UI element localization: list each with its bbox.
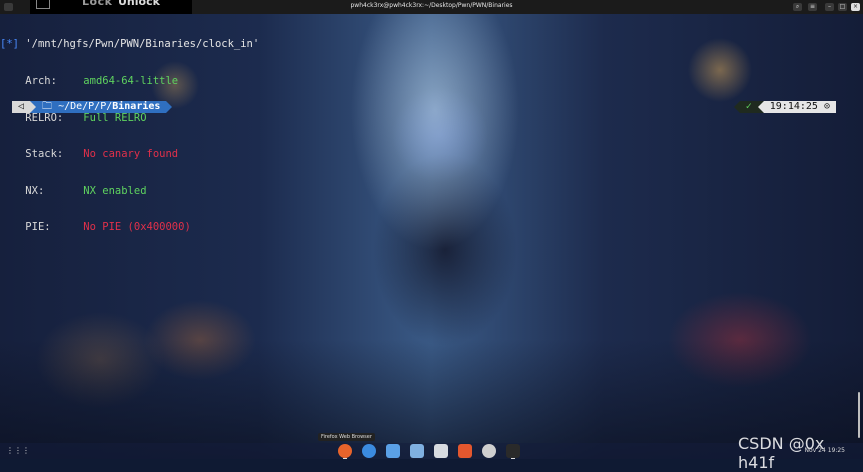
app-grid-icon[interactable]: ⋮⋮⋮ bbox=[6, 446, 30, 456]
checksec-value: No PIE (0x400000) bbox=[83, 221, 191, 234]
terminal-scrollbar[interactable] bbox=[858, 392, 860, 438]
files-icon[interactable] bbox=[386, 444, 400, 458]
web-browser-icon[interactable] bbox=[362, 444, 376, 458]
csdn-watermark: CSDN @0x h41f bbox=[738, 434, 825, 472]
checksec-value: NX enabled bbox=[83, 184, 147, 197]
close-button[interactable]: × bbox=[851, 3, 860, 11]
shell-prompt: ◁ 🗀 ~/De/P/P/Binaries bbox=[12, 101, 173, 113]
path-current: Binaries bbox=[112, 101, 161, 112]
binary-path: '/mnt/hgfs/Pwn/PWN/Binaries/clock_in' bbox=[25, 38, 260, 51]
terminal-icon[interactable] bbox=[506, 444, 520, 459]
check-icon: ✓ bbox=[739, 101, 758, 113]
clock-icon: ⊙ bbox=[823, 101, 830, 112]
unlock-label[interactable]: Unlock bbox=[118, 0, 160, 8]
checksec-value: No canary found bbox=[83, 148, 179, 161]
help-icon[interactable] bbox=[482, 444, 496, 458]
checksec-key: Stack: bbox=[25, 148, 64, 161]
lock-label[interactable]: Lock bbox=[82, 0, 112, 8]
lock-unlock-overlay: Lock Unlock bbox=[30, 0, 192, 14]
menu-icon[interactable]: ≡ bbox=[808, 3, 817, 11]
back-icon: ◁ bbox=[12, 101, 31, 113]
info-prefix: [*] bbox=[0, 38, 19, 51]
minimize-button[interactable]: – bbox=[825, 3, 834, 11]
checksec-key: NX: bbox=[25, 184, 45, 197]
prompt-status: ✓ 19:14:25 ⊙ bbox=[733, 101, 836, 113]
prompt-path: 🗀 ~/De/P/P/Binaries bbox=[36, 101, 167, 113]
firefox-icon[interactable] bbox=[338, 444, 352, 459]
checksec-key: Arch: bbox=[25, 75, 57, 87]
dock: ⋮⋮⋮ Nov 24 19:25 bbox=[0, 443, 863, 459]
app-store-icon[interactable] bbox=[458, 444, 472, 458]
time-value: 19:14:25 bbox=[769, 101, 818, 112]
checksec-key: PIE: bbox=[25, 221, 51, 234]
checksec-value: amd64-64-little bbox=[83, 75, 179, 87]
dock-tooltip: Firefox Web Browser bbox=[318, 433, 375, 441]
terminal-output: [*] '/mnt/hgfs/Pwn/PWN/Binaries/clock_in… bbox=[0, 14, 259, 246]
path-prefix: ~/De/P/P/ bbox=[58, 101, 113, 112]
prompt-time: 19:14:25 ⊙ bbox=[763, 101, 836, 113]
dock-apps bbox=[338, 444, 520, 459]
maximize-button[interactable]: □ bbox=[838, 3, 847, 11]
checksec-value: Full RELRO bbox=[83, 111, 147, 124]
screenshot-icon[interactable] bbox=[410, 444, 424, 458]
checksec-key: RELRO: bbox=[25, 111, 64, 124]
search-button[interactable]: ⌕ bbox=[793, 3, 802, 11]
lock-icon bbox=[36, 0, 50, 9]
folder-icon: 🗀 bbox=[42, 101, 53, 112]
text-editor-icon[interactable] bbox=[434, 444, 448, 458]
